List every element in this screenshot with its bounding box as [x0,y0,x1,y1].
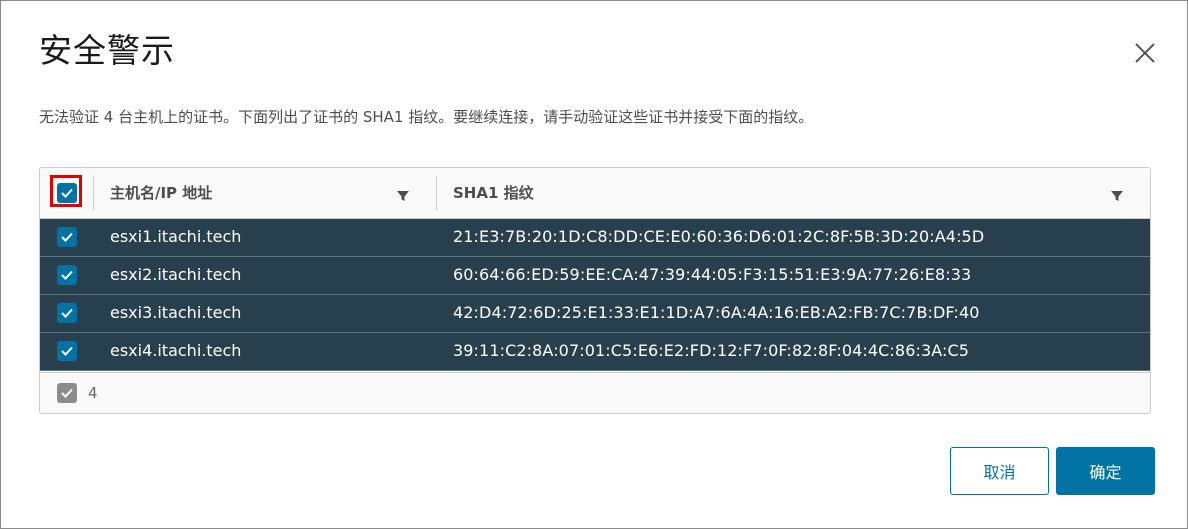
close-icon[interactable] [1133,41,1157,65]
select-all-highlight [50,175,82,207]
table-row[interactable]: esxi3.itachi.tech 42:D4:72:6D:25:E1:33:E… [40,295,1150,333]
ok-button[interactable]: 确定 [1056,447,1155,495]
certificate-grid: 主机名/IP 地址 SHA1 指纹 esxi1.itachi.tech 21:E… [39,167,1151,414]
selection-count-checkbox [57,383,77,403]
dialog-title: 安全警示 [39,31,175,70]
check-icon [61,346,73,356]
row-sha: 60:64:66:ED:59:EE:CA:47:39:44:05:F3:15:5… [453,265,972,284]
row-sha: 39:11:C2:8A:07:01:C5:E6:E2:FD:12:F7:0F:8… [453,341,970,360]
row-checkbox[interactable] [57,341,77,361]
row-sha: 21:E3:7B:20:1D:C8:DD:CE:E0:60:36:D6:01:2… [453,227,985,246]
grid-header: 主机名/IP 地址 SHA1 指纹 [40,168,1150,219]
row-host: esxi3.itachi.tech [110,303,242,322]
table-row[interactable]: esxi2.itachi.tech 60:64:66:ED:59:EE:CA:4… [40,257,1150,295]
cancel-button[interactable]: 取消 [950,447,1049,495]
column-header-sha[interactable]: SHA1 指纹 [453,182,534,203]
column-separator [436,176,437,210]
dialog-description: 无法验证 4 台主机上的证书。下面列出了证书的 SHA1 指纹。要继续连接，请手… [39,108,814,126]
row-checkbox[interactable] [57,227,77,247]
column-header-host[interactable]: 主机名/IP 地址 [110,182,212,203]
filter-icon[interactable] [1110,188,1124,202]
check-icon [61,388,73,398]
table-row[interactable]: esxi4.itachi.tech 39:11:C2:8A:07:01:C5:E… [40,333,1150,371]
row-host: esxi4.itachi.tech [110,341,242,360]
security-alert-dialog: 安全警示 无法验证 4 台主机上的证书。下面列出了证书的 SHA1 指纹。要继续… [0,0,1188,529]
grid-footer: 4 [40,372,1150,413]
row-sha: 42:D4:72:6D:25:E1:33:E1:1D:A7:6A:4A:16:E… [453,303,980,322]
selected-count: 4 [88,384,98,402]
check-icon [61,270,73,280]
filter-icon[interactable] [396,188,410,202]
row-host: esxi2.itachi.tech [110,265,242,284]
check-icon [61,232,73,242]
table-row[interactable]: esxi1.itachi.tech 21:E3:7B:20:1D:C8:DD:C… [40,219,1150,257]
row-checkbox[interactable] [57,265,77,285]
row-host: esxi1.itachi.tech [110,227,242,246]
check-icon [61,308,73,318]
column-separator [93,176,94,210]
row-checkbox[interactable] [57,303,77,323]
